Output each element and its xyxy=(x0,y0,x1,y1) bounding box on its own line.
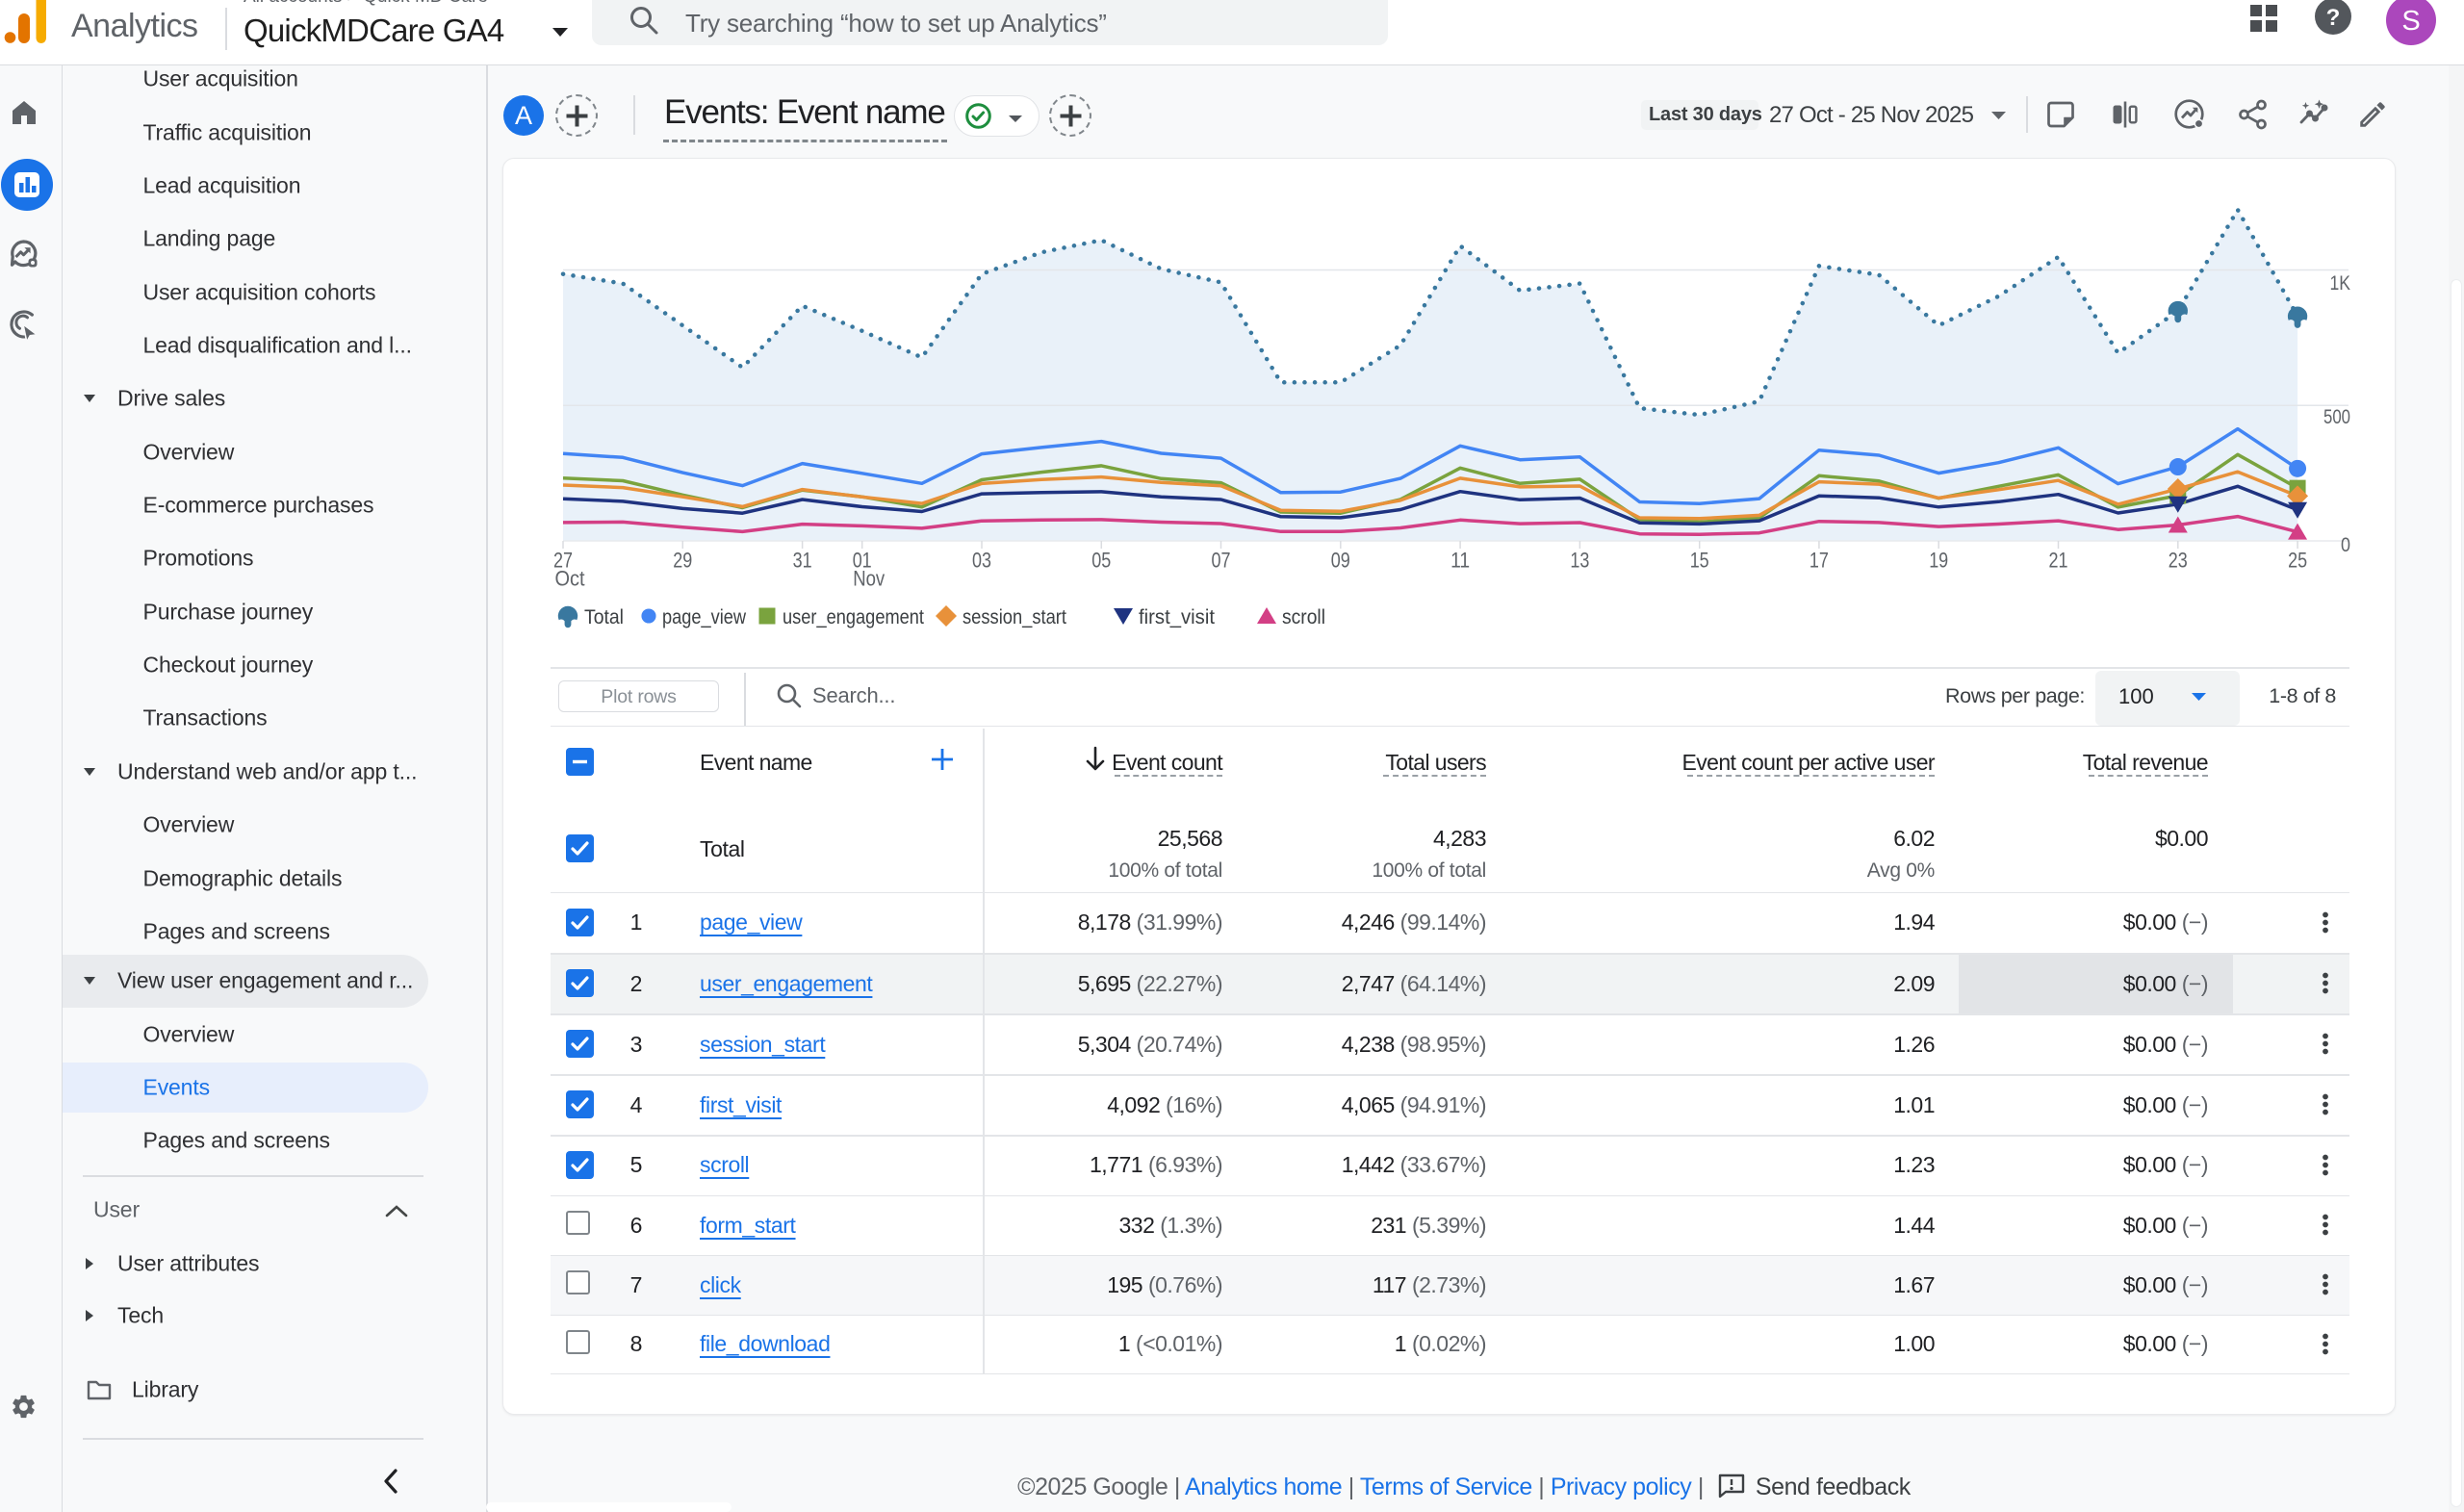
svg-text:user_engagement: user_engagement xyxy=(783,606,924,628)
svg-text:Total: Total xyxy=(584,606,624,628)
svg-text:session_start: session_start xyxy=(962,606,1066,628)
svg-text:first_visit: first_visit xyxy=(1139,606,1215,628)
svg-text:scroll: scroll xyxy=(1282,606,1325,628)
svg-text:S: S xyxy=(2401,6,2420,37)
svg-text:?: ? xyxy=(2326,5,2341,31)
svg-text:page_view: page_view xyxy=(662,606,747,628)
